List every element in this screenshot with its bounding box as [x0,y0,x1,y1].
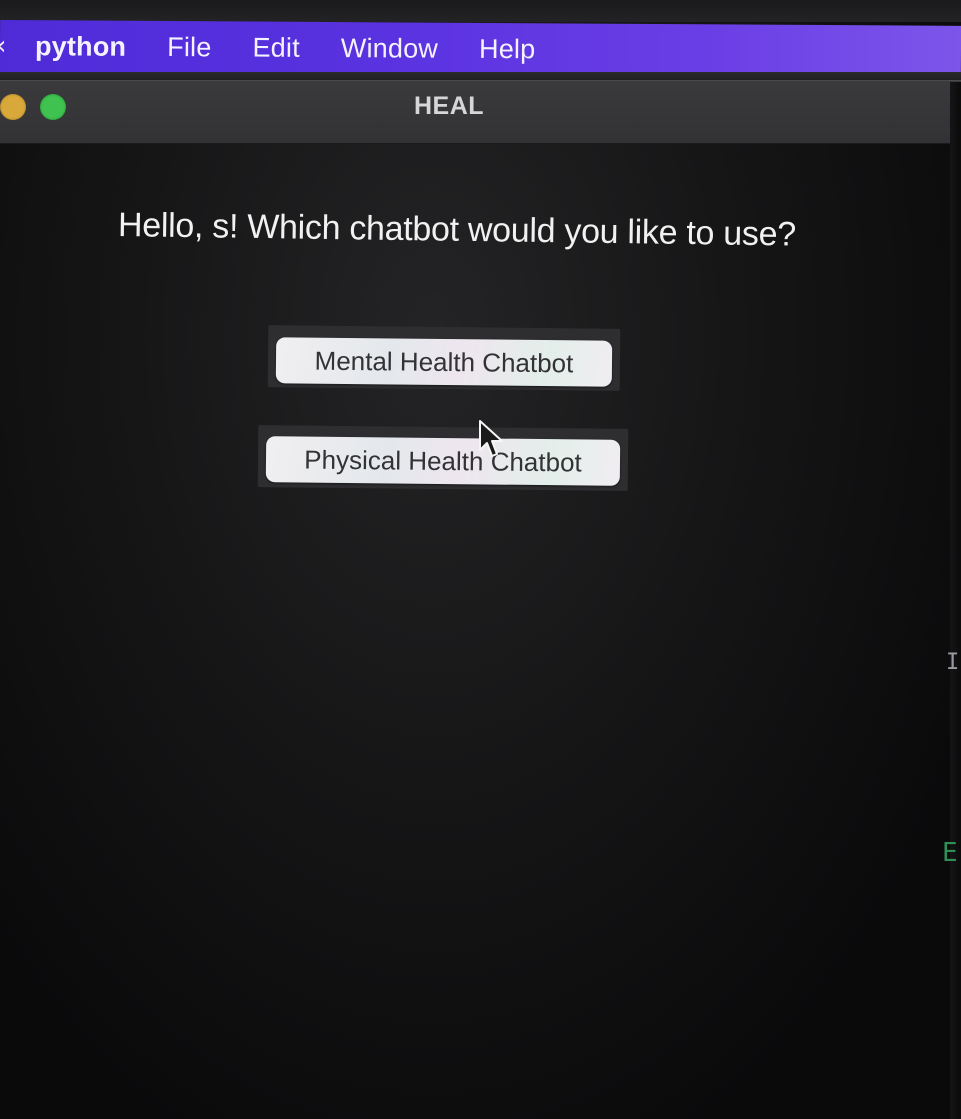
apple-menu-icon[interactable]: ‹ [0,31,14,61]
screen: ‹ python File Edit Window Help HEAL Hell… [0,0,961,1119]
bezel [0,0,961,22]
menu-file[interactable]: File [167,32,211,63]
menu-window[interactable]: Window [341,33,438,65]
menu-app-python[interactable]: python [35,31,126,63]
mouse-pointer-icon [479,420,503,457]
window-title: HEAL [413,92,485,120]
physical-health-chatbot-button[interactable]: Physical Health Chatbot [265,436,621,486]
menu-help[interactable]: Help [479,33,536,64]
edge-text-glyph-green: E [942,838,958,868]
edge-text-glyph: I [946,650,960,675]
mental-health-chatbot-button[interactable]: Mental Health Chatbot [275,337,613,387]
window-edge [950,82,961,1119]
menu-edit[interactable]: Edit [252,32,300,63]
greeting-prompt: Hello, s! Which chatbot would you like t… [117,206,797,254]
menu-bar: ‹ python File Edit Window Help [0,20,961,78]
